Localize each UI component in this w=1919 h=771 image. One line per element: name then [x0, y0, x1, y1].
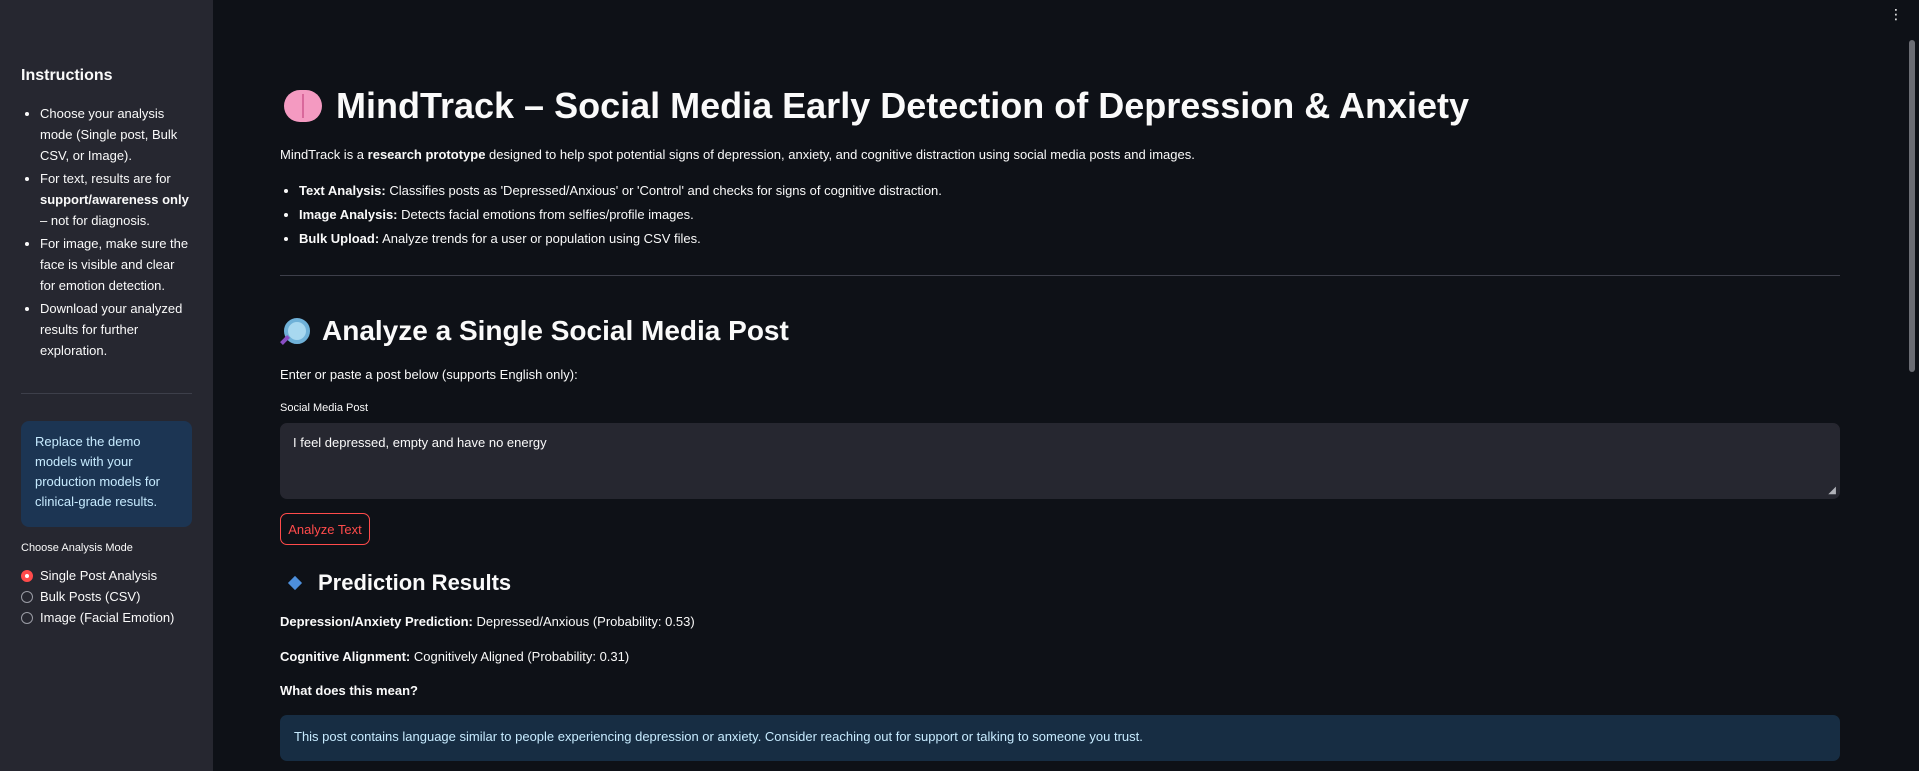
main-content: ⋮ MindTrack – Social Media Early Detecti… [213, 0, 1919, 771]
page-title-text: MindTrack – Social Media Early Detection… [336, 85, 1469, 126]
feature-title: Text Analysis: [299, 183, 386, 198]
radio-image[interactable]: Image (Facial Emotion) [21, 607, 174, 628]
radio-label: Single Post Analysis [40, 568, 158, 583]
section-subtext: Enter or paste a post below (supports En… [280, 367, 578, 382]
feature-item: Text Analysis: Classifies posts as 'Depr… [299, 179, 942, 203]
feature-item: Image Analysis: Detects facial emotions … [299, 203, 942, 227]
feature-item: Bulk Upload: Analyze trends for a user o… [299, 227, 942, 251]
depression-value: Depressed/Anxious (Probability: 0.53) [472, 614, 695, 629]
feature-text: Detects facial emotions from selfies/pro… [397, 207, 694, 222]
instruction-text: Download your analyzed results for furth… [40, 301, 183, 358]
radio-unselected-icon [21, 611, 33, 624]
radio-single-post[interactable]: Single Post Analysis [21, 565, 174, 586]
radio-unselected-icon [21, 590, 33, 603]
cognitive-label: Cognitive Alignment: [280, 649, 411, 664]
intro-post: designed to help spot potential signs of… [485, 147, 1195, 162]
instruction-text: – not for diagnosis. [40, 213, 150, 228]
instruction-item: For text, results are for support/awaren… [40, 168, 191, 231]
brain-icon [284, 90, 322, 122]
section-divider [280, 275, 1840, 276]
depression-label: Depression/Anxiety Prediction: [280, 614, 473, 629]
magnifier-icon [284, 318, 310, 344]
instruction-item: For image, make sure the face is visible… [40, 233, 191, 296]
instruction-item: Choose your analysis mode (Single post, … [40, 103, 191, 166]
analysis-mode-label: Choose Analysis Mode [21, 542, 133, 554]
instructions-list: Choose your analysis mode (Single post, … [21, 103, 191, 363]
sidebar-divider [21, 393, 192, 394]
kebab-menu-icon[interactable]: ⋮ [1889, 6, 1903, 23]
feature-text: Analyze trends for a user or population … [379, 231, 701, 246]
post-textarea-value: I feel depressed, empty and have no ener… [293, 435, 547, 450]
analyze-text-button[interactable]: Analyze Text [280, 513, 370, 545]
sidebar-title: Instructions [21, 67, 113, 84]
section-title: Analyze a Single Social Media Post [284, 315, 789, 347]
intro-pre: MindTrack is a [280, 147, 368, 162]
cognitive-alignment: Cognitive Alignment: Cognitively Aligned… [280, 649, 629, 664]
feature-text: Classifies posts as 'Depressed/Anxious' … [385, 183, 942, 198]
intro-bold: research prototype [367, 147, 486, 162]
radio-label: Image (Facial Emotion) [40, 610, 175, 625]
radio-selected-icon [21, 569, 33, 582]
post-field-label: Social Media Post [280, 402, 369, 414]
instruction-text: For image, make sure the face is visible… [40, 236, 189, 293]
diamond-icon [287, 575, 303, 591]
analysis-mode-radio-group: Single Post Analysis Bulk Posts (CSV) Im… [21, 565, 174, 628]
depression-prediction: Depression/Anxiety Prediction: Depressed… [280, 614, 695, 629]
radio-label: Bulk Posts (CSV) [40, 589, 141, 604]
resize-handle-icon[interactable]: ◢ [1828, 485, 1836, 496]
scrollbar[interactable] [1909, 40, 1915, 372]
cognitive-value: Cognitively Aligned (Probability: 0.31) [410, 649, 630, 664]
radio-bulk-posts[interactable]: Bulk Posts (CSV) [21, 586, 174, 607]
page-title: MindTrack – Social Media Early Detection… [284, 85, 1469, 127]
instruction-text: For text, results are for [40, 171, 171, 186]
app-root: Instructions Choose your analysis mode (… [0, 0, 1919, 771]
intro-text: MindTrack is a research prototype design… [280, 147, 1195, 162]
sidebar: Instructions Choose your analysis mode (… [0, 0, 213, 771]
features-list: Text Analysis: Classifies posts as 'Depr… [280, 179, 942, 251]
sidebar-info-box: Replace the demo models with your produc… [21, 421, 192, 527]
instruction-bold: support/awareness only [40, 192, 189, 207]
results-title: Prediction Results [287, 570, 512, 596]
meaning-info-box: This post contains language similar to p… [280, 715, 1840, 761]
section-title-text: Analyze a Single Social Media Post [322, 315, 789, 346]
instruction-item: Download your analyzed results for furth… [40, 298, 191, 361]
results-title-text: Prediction Results [318, 570, 512, 595]
feature-title: Image Analysis: [299, 207, 398, 222]
meaning-heading: What does this mean? [280, 683, 418, 698]
feature-title: Bulk Upload: [299, 231, 380, 246]
instruction-text: Choose your analysis mode (Single post, … [40, 106, 178, 163]
post-textarea[interactable]: I feel depressed, empty and have no ener… [280, 423, 1840, 499]
